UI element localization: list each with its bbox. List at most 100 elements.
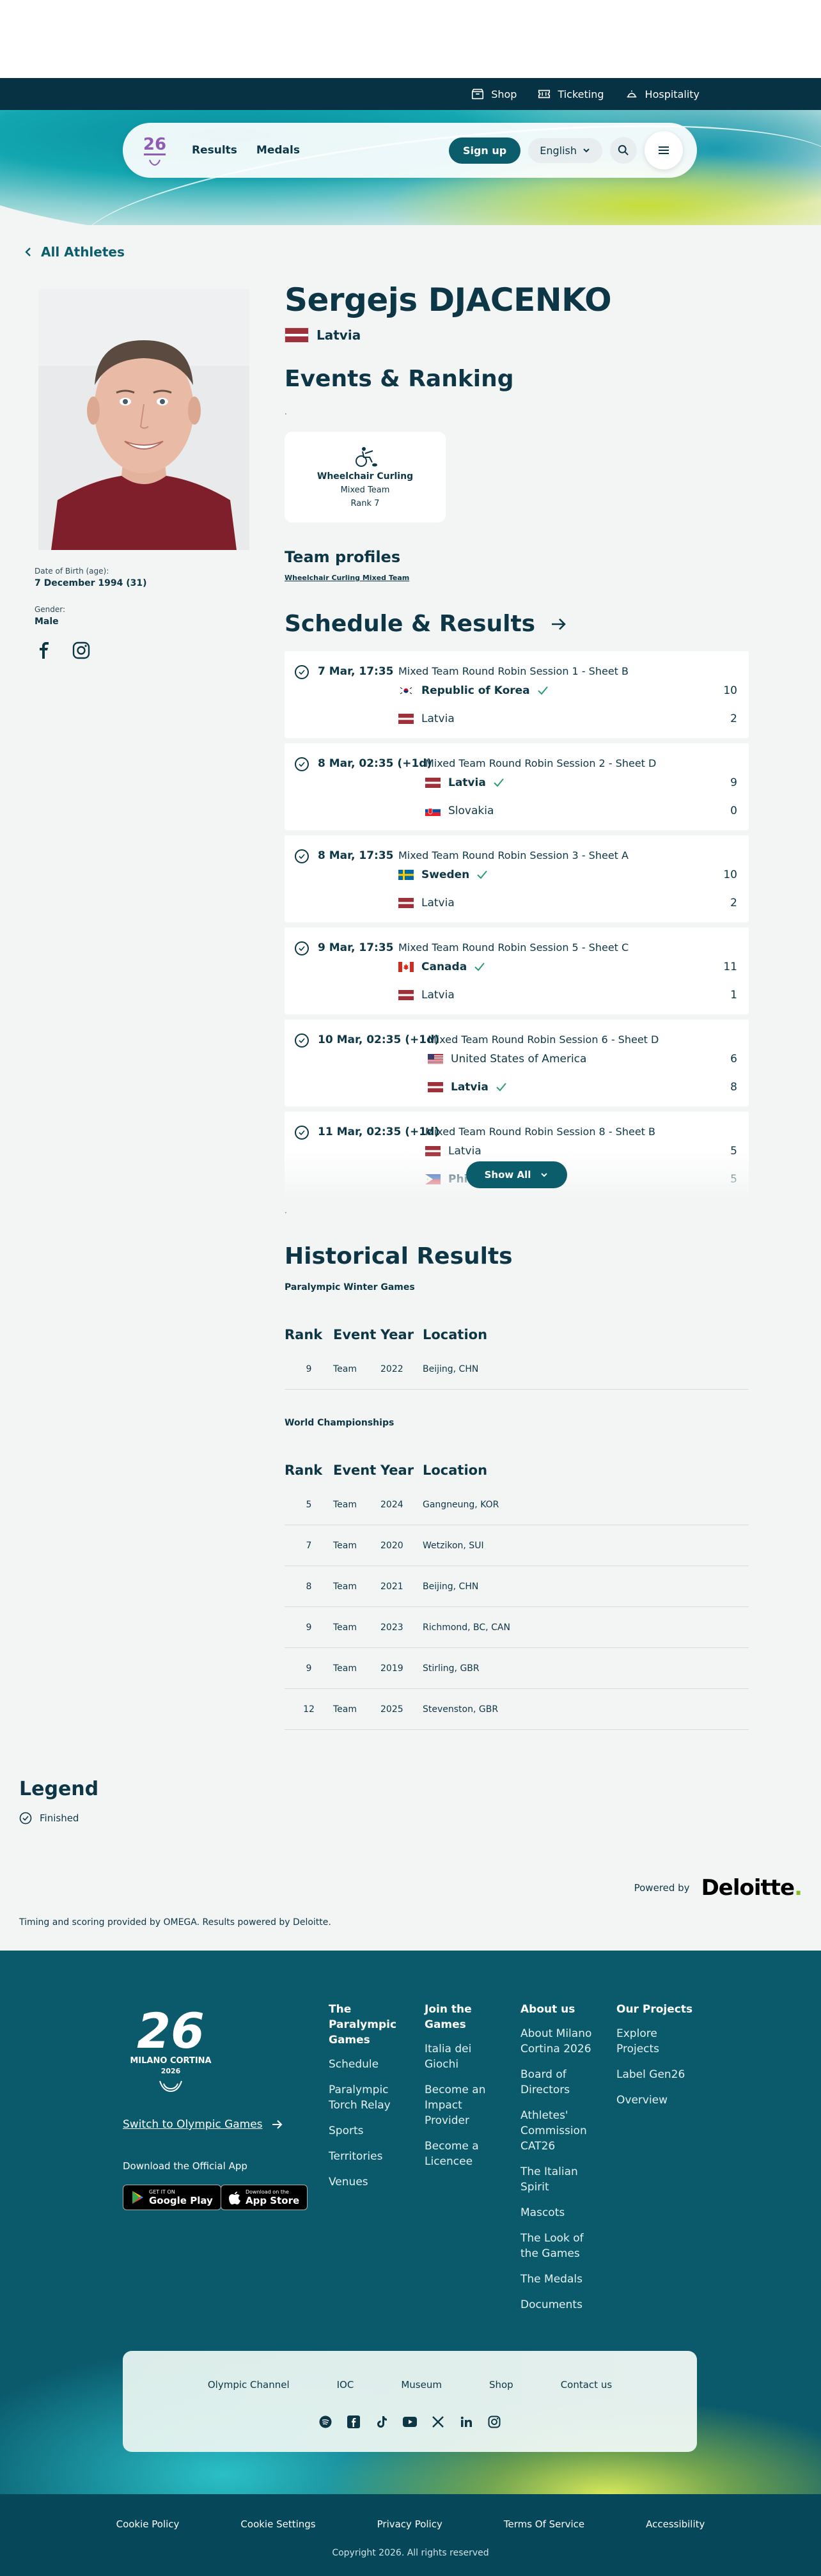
show-all-button[interactable]: Show All <box>466 1161 567 1188</box>
footer-secondary-link[interactable]: Shop <box>489 2379 513 2391</box>
hospitality-link[interactable]: Hospitality <box>625 87 700 101</box>
nav-medals[interactable]: Medals <box>256 144 300 157</box>
cell-location: Beijing, CHN <box>423 1581 479 1592</box>
col-rank: Rank <box>285 1327 323 1342</box>
instagram-icon[interactable] <box>487 2415 501 2429</box>
footer-link[interactable]: Board of Directors <box>520 2067 600 2098</box>
footer-logo[interactable]: 26 MILANO CORTINA 2026 <box>123 2002 219 2107</box>
team-score: 8 <box>730 1081 737 1094</box>
event-card-sport: Wheelchair Curling <box>317 471 414 482</box>
footer-link[interactable]: Sports <box>329 2123 409 2139</box>
match-title[interactable]: Mixed Team Round Robin Session 1 - Sheet… <box>398 665 629 677</box>
footer-secondary-link[interactable]: Olympic Channel <box>208 2379 290 2391</box>
flag-icon <box>398 714 414 724</box>
legal-link[interactable]: Accessibility <box>646 2518 705 2530</box>
language-selector[interactable]: English <box>528 137 602 163</box>
match-title[interactable]: Mixed Team Round Robin Session 8 - Sheet… <box>425 1126 655 1138</box>
sign-up-button[interactable]: Sign up <box>448 137 521 164</box>
footer-link[interactable]: The Medals <box>520 2272 600 2287</box>
footer-secondary-link[interactable]: Museum <box>401 2379 442 2391</box>
footer-link[interactable]: About Milano Cortina 2026 <box>520 2026 600 2057</box>
footer-link[interactable]: Explore Projects <box>616 2026 696 2057</box>
footer-link[interactable]: Mascots <box>520 2205 600 2220</box>
finished-check-icon <box>295 1126 309 1140</box>
schedule-row[interactable]: 10 Mar, 02:35 (+1d) Mixed Team Round Robi… <box>285 1019 749 1106</box>
cell-event: Team <box>333 1663 357 1674</box>
deloitte-logo[interactable]: Deloitte. <box>701 1875 802 1901</box>
match-title[interactable]: Mixed Team Round Robin Session 6 - Sheet… <box>428 1033 659 1046</box>
team-entry: Latvia <box>398 712 455 725</box>
footer-link[interactable]: Territories <box>329 2149 409 2164</box>
worlds-table-body: 5 Team 2024 Gangneung, KOR 7 Team 2020 Wetzikon… <box>285 1484 749 1730</box>
footer-link[interactable]: Documents <box>520 2297 600 2313</box>
google-play-button[interactable]: GET IT ON Google Play <box>123 2185 221 2210</box>
ticket-icon <box>538 90 551 98</box>
footer-column: Our Projects Explore Projects Label Gen26 O… <box>616 2002 696 2118</box>
tiktok-icon[interactable] <box>375 2415 389 2429</box>
nav-results[interactable]: Results <box>192 144 237 157</box>
footer-secondary-link[interactable]: Contact us <box>561 2379 612 2391</box>
team-profile-link[interactable]: Wheelchair Curling Mixed Team <box>285 574 409 582</box>
schedule-row[interactable]: 7 Mar, 17:35 Mixed Team Round Robin Sessi… <box>285 651 749 738</box>
team-name: Latvia <box>421 989 455 1001</box>
footer-link[interactable]: Schedule <box>329 2057 409 2072</box>
col-location: Location <box>423 1327 488 1342</box>
facebook-icon[interactable] <box>347 2415 361 2429</box>
nav-actions: Sign up English <box>448 131 683 169</box>
paralympic-subheading: Paralympic Winter Games <box>285 1282 415 1292</box>
all-athletes-link[interactable]: All Athletes <box>24 244 125 260</box>
footer-link[interactable]: Italia dei Giochi <box>425 2041 504 2072</box>
apple-icon <box>229 2192 240 2204</box>
x-icon[interactable] <box>431 2415 445 2429</box>
schedule-row[interactable]: 8 Mar, 02:35 (+1d) Mixed Team Round Robin… <box>285 743 749 830</box>
footer-link[interactable]: Become an Impact Provider <box>425 2082 504 2128</box>
cell-rank: 9 <box>306 1663 312 1674</box>
menu-button[interactable] <box>645 131 683 169</box>
linkedin-icon[interactable] <box>459 2415 473 2429</box>
team-profiles-heading: Team profiles <box>285 548 401 566</box>
switch-olympic-link[interactable]: Switch to Olympic Games <box>123 2118 283 2131</box>
flag-icon <box>428 1054 443 1064</box>
paralympic-table-header: Rank Event Year Location <box>285 1321 749 1349</box>
match-title[interactable]: Mixed Team Round Robin Session 3 - Sheet… <box>398 849 629 861</box>
footer-link[interactable]: The Italian Spirit <box>520 2164 600 2195</box>
legal-link[interactable]: Terms Of Service <box>504 2518 584 2530</box>
footer-link[interactable]: Overview <box>616 2093 696 2108</box>
milano-cortina-logo[interactable]: 26 <box>137 130 173 170</box>
footer-link[interactable]: The Look of the Games <box>520 2231 600 2261</box>
facebook-icon[interactable] <box>35 641 54 660</box>
footer-link[interactable]: Label Gen26 <box>616 2067 696 2082</box>
ticketing-link[interactable]: Ticketing <box>537 87 604 101</box>
schedule-row[interactable]: 8 Mar, 17:35 Mixed Team Round Robin Sessi… <box>285 835 749 922</box>
arrow-right-icon[interactable] <box>551 617 567 631</box>
footer-secondary-link[interactable]: IOC <box>337 2379 354 2391</box>
schedule-list: 7 Mar, 17:35 Mixed Team Round Robin Sessi… <box>285 651 749 1196</box>
schedule-row[interactable]: 9 Mar, 17:35 Mixed Team Round Robin Sessi… <box>285 927 749 1014</box>
footer-link[interactable]: Paralympic Torch Relay <box>329 2082 409 2113</box>
legal-link[interactable]: Cookie Policy <box>116 2518 180 2530</box>
schedule-header: Schedule & Results <box>285 611 749 637</box>
schedule-row[interactable]: 11 Mar, 02:35 (+1d) Mixed Team Round Robi… <box>285 1111 749 1196</box>
cell-location: Gangneung, KOR <box>423 1499 499 1510</box>
legal-link[interactable]: Privacy Policy <box>377 2518 442 2530</box>
footer-link[interactable]: Venues <box>329 2174 409 2190</box>
shop-link[interactable]: Shop <box>471 87 517 101</box>
legal-link[interactable]: Cookie Settings <box>240 2518 315 2530</box>
match-title[interactable]: Mixed Team Round Robin Session 5 - Sheet… <box>398 941 629 954</box>
youtube-icon[interactable] <box>403 2415 417 2429</box>
event-card[interactable]: Wheelchair Curling Mixed Team Rank 7 <box>285 432 446 522</box>
match-title[interactable]: Mixed Team Round Robin Session 2 - Sheet… <box>425 757 656 769</box>
footer-link[interactable]: Athletes' Commission CAT26 <box>520 2108 600 2154</box>
utility-bar: Shop Ticketing Hospitality <box>0 78 821 110</box>
search-button[interactable] <box>610 137 637 164</box>
instagram-icon[interactable] <box>72 641 91 660</box>
footer-link[interactable]: Become a Licencee <box>425 2139 504 2169</box>
search-icon <box>618 145 629 155</box>
arrow-right-icon <box>272 2120 282 2129</box>
flag-icon <box>398 870 414 880</box>
flag-icon <box>398 898 414 908</box>
team-entry: United States of America <box>428 1053 586 1065</box>
app-store-button[interactable]: Download on the App Store <box>221 2185 308 2210</box>
spotify-icon[interactable] <box>318 2415 332 2429</box>
winner-check-icon <box>496 1083 506 1092</box>
